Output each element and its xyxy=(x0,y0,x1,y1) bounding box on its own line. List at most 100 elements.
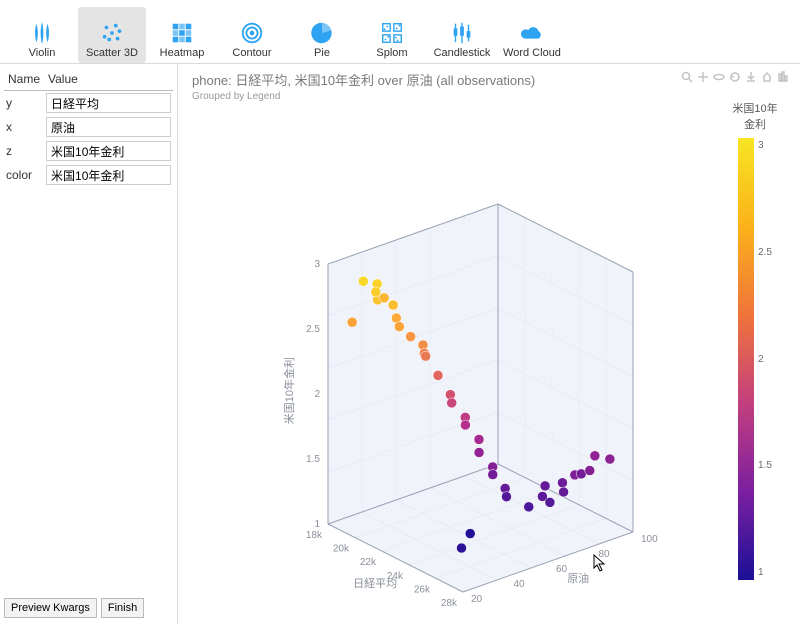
tool-wordcloud[interactable]: Word Cloud xyxy=(498,7,566,63)
svg-text:20: 20 xyxy=(471,594,483,605)
data-point[interactable] xyxy=(501,492,511,502)
data-point[interactable] xyxy=(388,300,398,310)
data-point[interactable] xyxy=(474,448,484,458)
chart-subtitle: Grouped by Legend xyxy=(192,91,790,102)
svg-text:100: 100 xyxy=(641,534,658,545)
violin-icon xyxy=(28,19,56,47)
colorbar-tick: 1.5 xyxy=(758,460,772,471)
logo-icon[interactable] xyxy=(776,70,790,84)
cursor-icon xyxy=(593,554,607,572)
colorbar: 米国10年金利 32.521.51 xyxy=(730,100,780,580)
main-area: Name Value yxzcolor Preview Kwargs Finis… xyxy=(0,64,800,624)
colorbar-tick: 2 xyxy=(758,354,772,365)
svg-text:18k: 18k xyxy=(306,530,323,541)
contour-icon xyxy=(238,19,266,47)
tool-heatmap[interactable]: Heatmap xyxy=(148,7,216,63)
pan-icon[interactable] xyxy=(696,70,710,84)
candlestick-icon xyxy=(448,19,476,47)
reset-icon[interactable] xyxy=(728,70,742,84)
params-header-value: Value xyxy=(44,68,173,91)
colorbar-tick: 1 xyxy=(758,567,772,578)
svg-text:22k: 22k xyxy=(360,557,377,568)
preview-kwargs-button[interactable]: Preview Kwargs xyxy=(4,598,97,618)
svg-text:2: 2 xyxy=(314,389,320,400)
data-point[interactable] xyxy=(474,434,484,444)
data-point[interactable] xyxy=(347,317,357,327)
plotly-modebar xyxy=(680,70,790,84)
pie-icon xyxy=(308,19,336,47)
param-row: color xyxy=(4,163,173,187)
param-name: y xyxy=(4,91,44,116)
data-point[interactable] xyxy=(488,470,498,480)
param-value-input[interactable] xyxy=(46,141,171,161)
param-row: z xyxy=(4,139,173,163)
data-point[interactable] xyxy=(379,293,389,303)
svg-text:28k: 28k xyxy=(441,598,458,609)
param-row: x xyxy=(4,115,173,139)
data-point[interactable] xyxy=(524,502,534,512)
svg-text:原油: 原油 xyxy=(567,571,589,585)
data-point[interactable] xyxy=(457,543,467,553)
tool-splom[interactable]: Splom xyxy=(358,7,426,63)
chart-type-toolbar: Violin Scatter 3D Heatmap Contour Pie Splom Ca… xyxy=(0,0,800,64)
data-point[interactable] xyxy=(371,287,381,297)
tool-pie[interactable]: Pie xyxy=(288,7,356,63)
scatter3d-icon xyxy=(98,19,126,47)
tool-label: Splom xyxy=(376,47,407,59)
param-value-input[interactable] xyxy=(46,93,171,113)
data-point[interactable] xyxy=(605,454,615,464)
data-point[interactable] xyxy=(545,497,555,507)
data-point[interactable] xyxy=(540,481,550,491)
params-header-name: Name xyxy=(4,68,44,91)
svg-text:20k: 20k xyxy=(333,544,350,555)
data-point[interactable] xyxy=(447,398,457,408)
tool-label: Candlestick xyxy=(434,47,491,59)
tool-label: Scatter 3D xyxy=(86,47,138,59)
chart-panel: phone: 日経平均, 米国10年金利 over 原油 (all observ… xyxy=(178,64,800,624)
data-point[interactable] xyxy=(465,529,475,539)
tool-label: Heatmap xyxy=(160,47,205,59)
data-point[interactable] xyxy=(394,322,404,332)
colorbar-title: 米国10年金利 xyxy=(730,100,780,132)
param-value-input[interactable] xyxy=(46,165,171,185)
data-point[interactable] xyxy=(358,276,368,286)
tool-contour[interactable]: Contour xyxy=(218,7,286,63)
tool-candlestick[interactable]: Candlestick xyxy=(428,7,496,63)
orbit-icon[interactable] xyxy=(712,70,726,84)
data-point[interactable] xyxy=(559,487,569,497)
tool-scatter3d[interactable]: Scatter 3D xyxy=(78,7,146,63)
tool-label: Contour xyxy=(232,47,271,59)
splom-icon xyxy=(378,19,406,47)
params-sidebar: Name Value yxzcolor Preview Kwargs Finis… xyxy=(0,64,178,624)
svg-text:3: 3 xyxy=(314,259,320,270)
data-point[interactable] xyxy=(585,466,595,476)
zoom-icon[interactable] xyxy=(680,70,694,84)
colorbar-gradient xyxy=(738,138,754,580)
svg-text:1.5: 1.5 xyxy=(306,454,320,465)
data-point[interactable] xyxy=(433,370,443,380)
param-row: y xyxy=(4,91,173,116)
tool-violin[interactable]: Violin xyxy=(8,7,76,63)
svg-text:米国10年金利: 米国10年金利 xyxy=(282,357,296,424)
data-point[interactable] xyxy=(557,478,567,488)
scatter3d-plot[interactable]: 18k20k22k24k26k28k2040608010011.522.53日経… xyxy=(208,104,728,604)
download-icon[interactable] xyxy=(744,70,758,84)
param-name: x xyxy=(4,115,44,139)
svg-text:40: 40 xyxy=(514,579,526,590)
svg-text:日経平均: 日経平均 xyxy=(353,577,397,590)
colorbar-tick: 3 xyxy=(758,140,772,151)
tool-label: Violin xyxy=(29,47,56,59)
param-name: z xyxy=(4,139,44,163)
data-point[interactable] xyxy=(460,420,470,430)
home-icon[interactable] xyxy=(760,70,774,84)
param-value-input[interactable] xyxy=(46,117,171,137)
data-point[interactable] xyxy=(421,351,431,361)
data-point[interactable] xyxy=(590,451,600,461)
heatmap-icon xyxy=(168,19,196,47)
params-table: Name Value yxzcolor xyxy=(4,68,173,187)
data-point[interactable] xyxy=(406,332,416,342)
finish-button[interactable]: Finish xyxy=(101,598,144,618)
wordcloud-icon xyxy=(518,19,546,47)
svg-text:60: 60 xyxy=(556,564,568,575)
svg-text:2.5: 2.5 xyxy=(306,324,320,335)
